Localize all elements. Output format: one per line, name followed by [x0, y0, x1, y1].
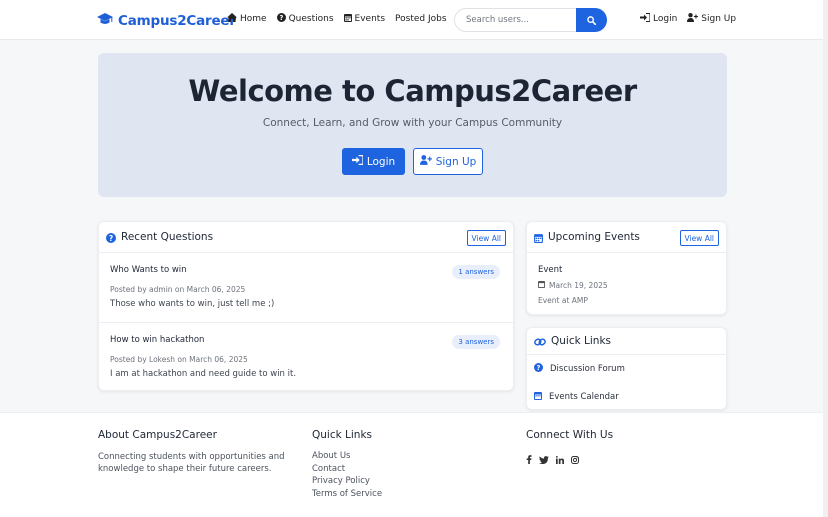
hero-signup-button[interactable]: Sign Up — [413, 148, 483, 175]
brand-logo-link[interactable]: Campus2Career — [97, 11, 236, 30]
quick-link-discussion-forum[interactable]: ? Discussion Forum — [527, 355, 726, 383]
upcoming-events-card: Upcoming Events View All Event March 19,… — [526, 221, 727, 315]
linkedin-icon[interactable] — [555, 449, 564, 468]
nav-signup-label: Sign Up — [701, 14, 737, 24]
twitter-icon[interactable] — [539, 449, 549, 468]
recent-questions-header: ? Recent Questions View All — [99, 222, 513, 253]
calendar-icon — [534, 228, 543, 247]
hero-buttons: Login Sign Up — [98, 148, 727, 175]
question-circle-icon: ? — [534, 363, 543, 375]
facebook-icon[interactable] — [526, 449, 532, 468]
search-icon — [587, 13, 597, 28]
event-date-text: March 19, 2025 — [549, 280, 608, 290]
nav-home-link[interactable]: Home — [227, 13, 267, 25]
nav-events-link[interactable]: Events — [343, 13, 386, 25]
nav-links: Home ? Questions Events Posted Jobs — [227, 13, 447, 25]
auth-links: Login Sign Up — [640, 12, 736, 25]
event-location: Event at AMP — [538, 296, 588, 305]
nav-home-label: Home — [240, 14, 267, 24]
question-item[interactable]: Who Wants to win 1 answers Posted by adm… — [99, 253, 513, 323]
social-links — [526, 449, 613, 468]
nav-signup-link[interactable]: Sign Up — [687, 13, 736, 25]
hero-signup-label: Sign Up — [435, 155, 477, 168]
upcoming-events-title: Upcoming Events — [548, 231, 640, 243]
question-body: I am at hackathon and need guide to win … — [110, 369, 297, 379]
footer: About Campus2Career Connecting students … — [0, 412, 828, 517]
event-item[interactable]: Event March 19, 2025 Event at AMP — [527, 253, 726, 305]
footer-links-list: About Us Contact Privacy Policy Terms of… — [312, 450, 382, 500]
hero-banner: Welcome to Campus2Career Connect, Learn,… — [98, 53, 727, 197]
calendar-icon — [538, 280, 545, 290]
calendar-icon — [534, 391, 542, 403]
nav-events-label: Events — [354, 14, 386, 24]
recent-questions-card: ? Recent Questions View All Who Wants to… — [98, 221, 514, 391]
recent-questions-title: Recent Questions — [121, 231, 214, 243]
nav-login-link[interactable]: Login — [640, 12, 678, 25]
question-title[interactable]: Who Wants to win — [110, 253, 502, 275]
answers-badge: 1 answers — [452, 265, 500, 279]
nav-posted-jobs-link[interactable]: Posted Jobs — [395, 13, 447, 25]
page-scrollbar[interactable] — [823, 0, 828, 517]
event-date: March 19, 2025 — [538, 280, 715, 290]
events-view-all-button[interactable]: View All — [679, 230, 719, 246]
questions-view-all-button[interactable]: View All — [466, 230, 506, 246]
answers-badge: 3 answers — [452, 335, 500, 349]
footer-about-text: Connecting students with opportunities a… — [98, 452, 285, 474]
footer-about: About Campus2Career Connecting students … — [98, 429, 288, 475]
link-icon — [534, 332, 546, 351]
question-item[interactable]: How to win hackathon 3 answers Posted by… — [99, 323, 513, 391]
hero-login-label: Login — [366, 155, 396, 168]
graduation-cap-icon — [97, 11, 113, 30]
quick-link-events-calendar[interactable]: Events Calendar — [527, 383, 726, 411]
question-circle-icon: ? — [106, 228, 116, 247]
nav-questions-label: Questions — [288, 14, 334, 24]
quick-link-label: Discussion Forum — [550, 364, 625, 374]
event-title[interactable]: Event — [538, 265, 715, 275]
hero-title: Welcome to Campus2Career — [188, 74, 637, 108]
instagram-icon[interactable] — [571, 449, 579, 468]
search-input[interactable] — [454, 8, 576, 32]
footer-connect: Connect With Us — [526, 429, 613, 468]
search-button[interactable] — [576, 8, 607, 32]
svg-text:?: ? — [537, 364, 541, 372]
quick-links-title: Quick Links — [551, 335, 612, 347]
brand-name: Campus2Career — [118, 12, 236, 29]
quick-link-label: Events Calendar — [549, 392, 619, 402]
footer-link-about-us[interactable]: About Us — [312, 450, 382, 463]
user-plus-icon — [419, 155, 432, 168]
question-circle-icon: ? — [276, 13, 286, 25]
footer-links-title: Quick Links — [312, 429, 373, 441]
footer-about-title: About Campus2Career — [98, 429, 217, 441]
upcoming-events-header: Upcoming Events View All — [527, 222, 726, 253]
quick-links-card: Quick Links ? Discussion Forum Events Ca… — [526, 327, 727, 410]
navbar: Campus2Career Home ? Questions Events Po… — [0, 0, 828, 40]
question-title[interactable]: How to win hackathon — [110, 323, 502, 345]
quick-links-header: Quick Links — [527, 328, 726, 355]
nav-login-label: Login — [653, 14, 678, 24]
hero-subtitle: Connect, Learn, and Grow with your Campu… — [262, 117, 563, 129]
calendar-icon — [343, 13, 352, 25]
svg-text:?: ? — [279, 14, 283, 22]
question-meta: Posted by Lokesh on March 06, 2025 — [110, 355, 248, 364]
footer-quick-links: Quick Links About Us Contact Privacy Pol… — [312, 429, 382, 500]
footer-link-terms-of-service[interactable]: Terms of Service — [312, 488, 382, 501]
quick-links-list: ? Discussion Forum Events Calendar — [527, 355, 726, 411]
nav-posted-jobs-label: Posted Jobs — [395, 14, 447, 24]
footer-connect-title: Connect With Us — [526, 429, 614, 441]
sign-in-icon — [351, 154, 364, 168]
user-plus-icon — [687, 13, 699, 25]
home-icon — [227, 13, 237, 25]
nav-questions-link[interactable]: ? Questions — [276, 13, 334, 25]
footer-link-privacy-policy[interactable]: Privacy Policy — [312, 475, 382, 488]
sign-in-icon — [640, 12, 651, 25]
svg-text:?: ? — [109, 234, 113, 243]
question-body: Those who wants to win, just tell me ;) — [110, 299, 275, 309]
question-meta: Posted by admin on March 06, 2025 — [110, 285, 246, 294]
footer-link-contact[interactable]: Contact — [312, 463, 382, 476]
hero-login-button[interactable]: Login — [342, 148, 405, 175]
search-form — [454, 8, 607, 32]
